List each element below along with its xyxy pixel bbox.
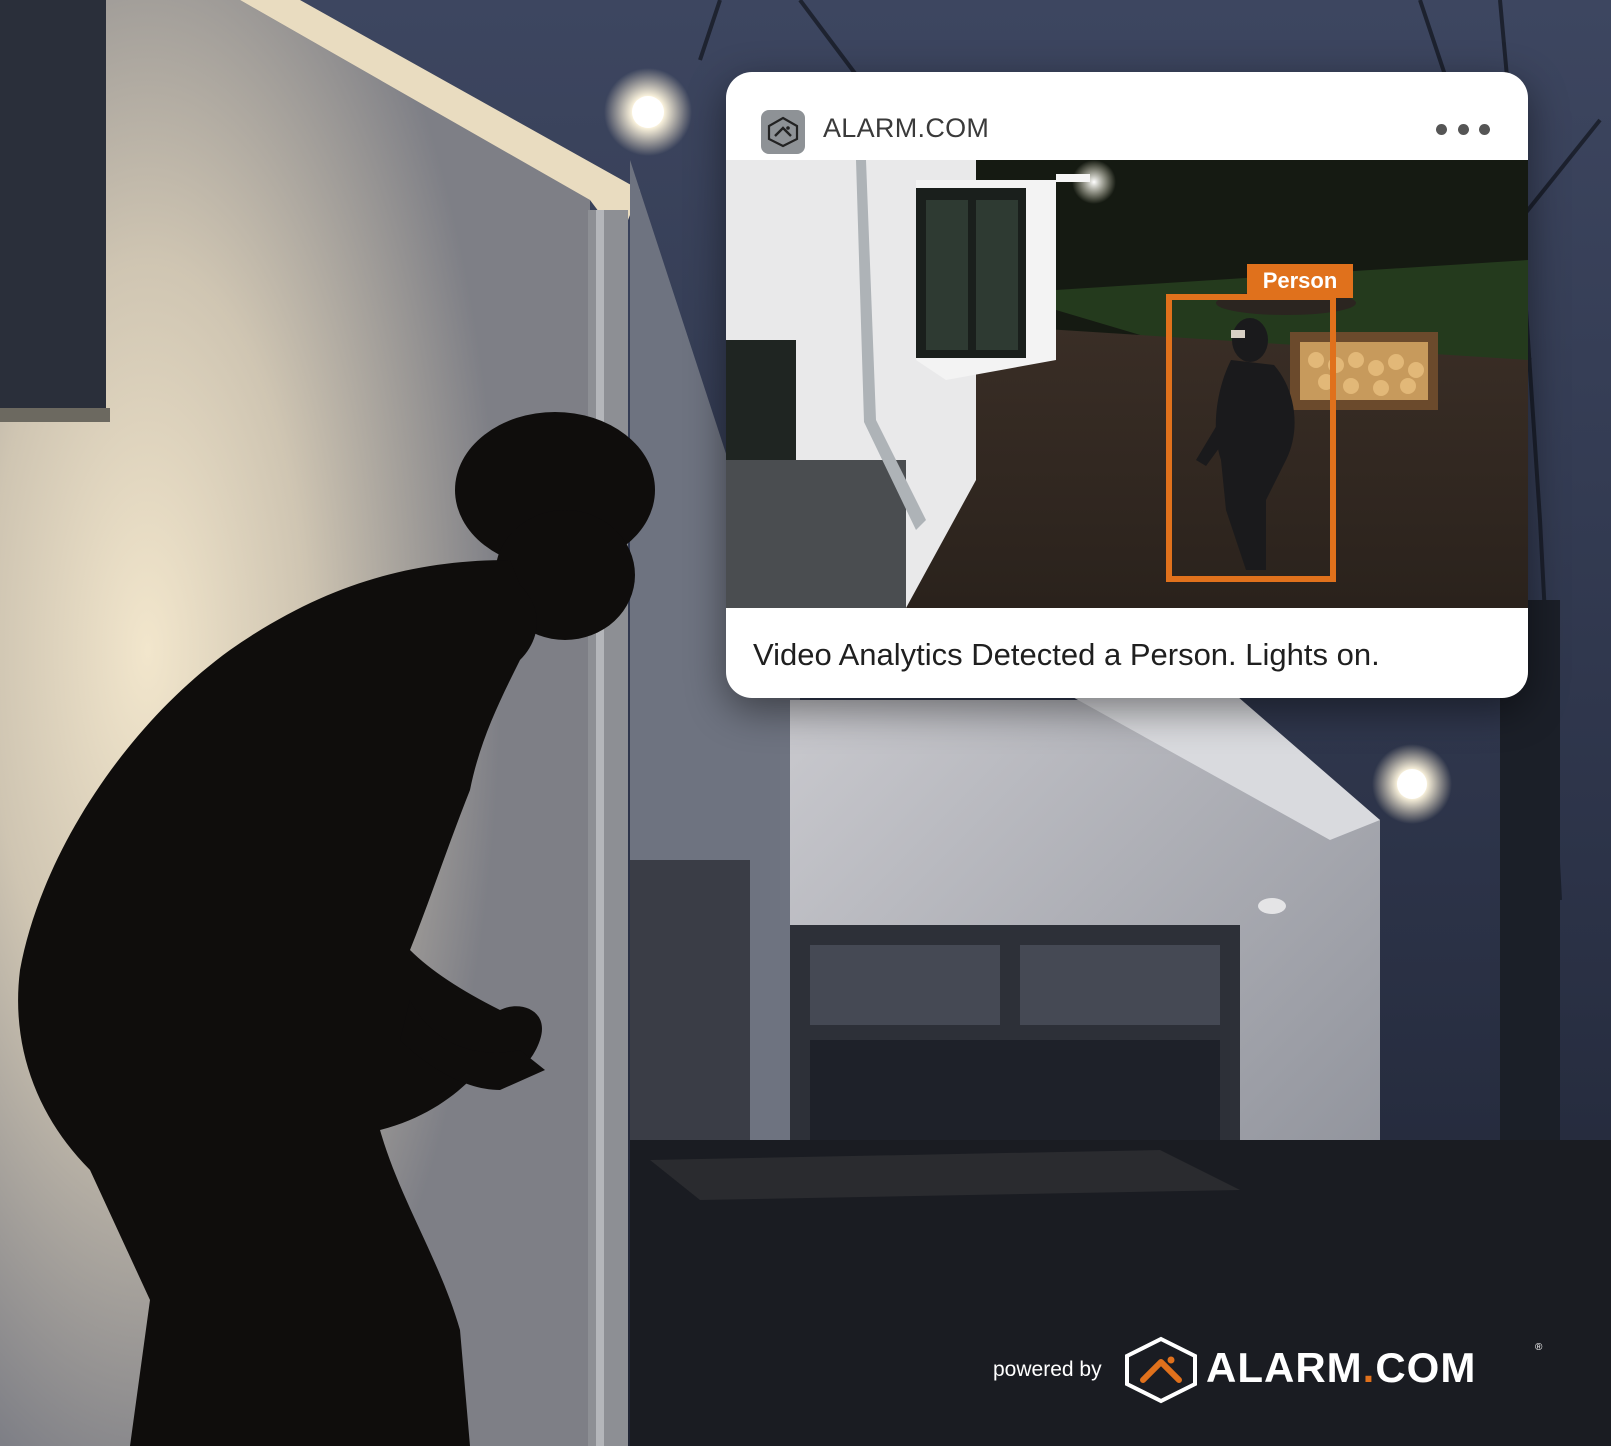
powered-by-branding: powered by ALARM.COM ® xyxy=(993,1330,1553,1408)
alarm-com-logo-icon xyxy=(1123,1336,1199,1409)
notification-message: Video Analytics Detected a Person. Light… xyxy=(753,637,1380,672)
detection-label: Person xyxy=(1247,264,1353,298)
notification-card[interactable]: ALARM.COM Person Video Analytics Detecte… xyxy=(726,72,1528,698)
alarm-com-wordmark: ALARM.COM xyxy=(1206,1344,1477,1391)
app-name: ALARM.COM xyxy=(823,113,990,143)
registered-mark: ® xyxy=(1535,1342,1543,1353)
notification-header: ALARM.COM xyxy=(726,72,1528,160)
alarm-com-house-icon xyxy=(761,110,805,154)
camera-snapshot[interactable]: Person xyxy=(726,160,1528,608)
more-horizontal-icon xyxy=(1436,123,1447,135)
more-options-button[interactable] xyxy=(1436,122,1490,136)
detection-bounding-box xyxy=(1166,294,1336,582)
powered-by-text: powered by xyxy=(993,1358,1102,1381)
camera-snapshot-image xyxy=(726,160,1528,608)
